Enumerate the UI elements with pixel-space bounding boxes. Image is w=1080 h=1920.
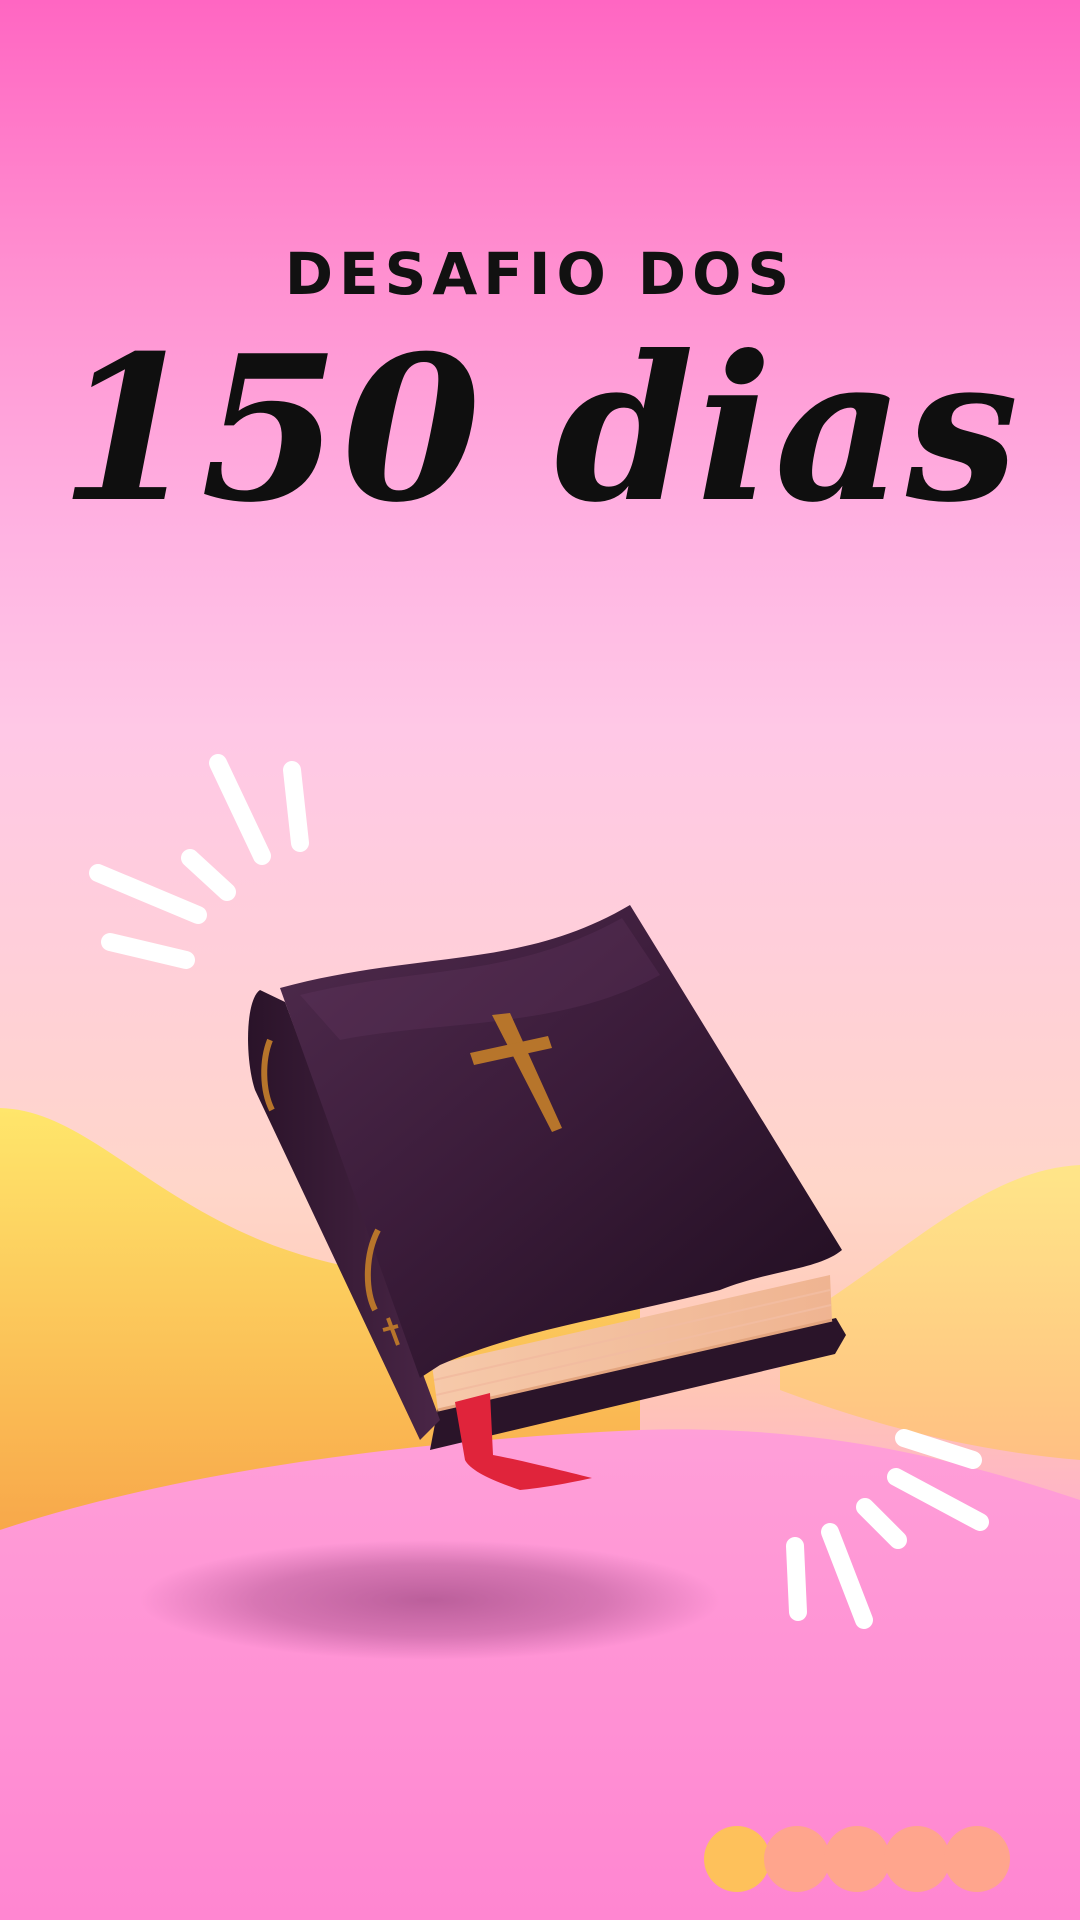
page-dot-3[interactable] <box>824 1826 890 1892</box>
pagination-dots[interactable] <box>704 1826 1026 1892</box>
subtitle-heading: DESAFIO DOS <box>284 240 796 308</box>
story-canvas: DESAFIO DOS 150 dias <box>0 0 1080 1920</box>
title-heading: 150 dias <box>59 312 1021 547</box>
page-dot-2[interactable] <box>764 1826 830 1892</box>
page-dot-1[interactable] <box>704 1826 770 1892</box>
page-dot-4[interactable] <box>884 1826 950 1892</box>
page-dot-5[interactable] <box>944 1826 1010 1892</box>
